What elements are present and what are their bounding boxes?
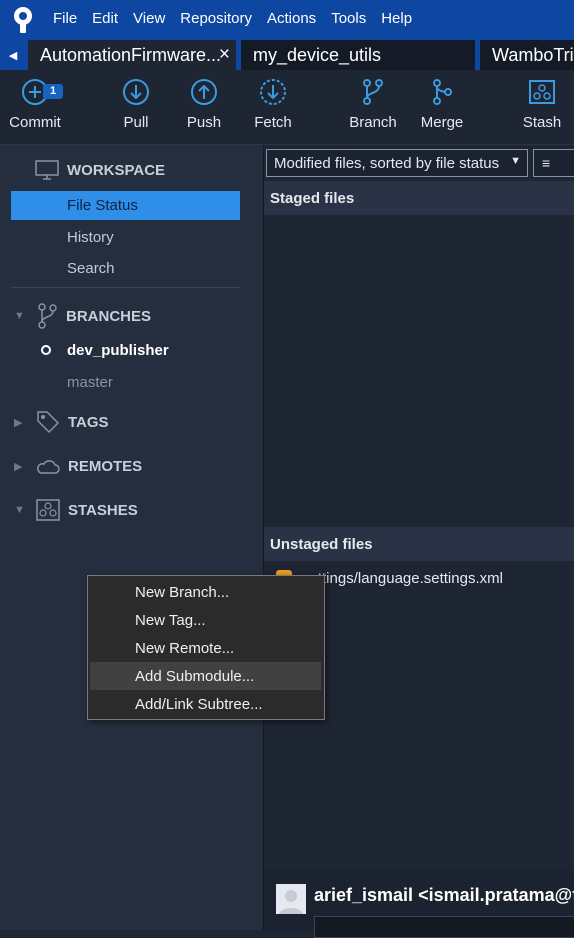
chevron-down-icon[interactable]: ▼ xyxy=(14,504,25,516)
branch-dev-publisher[interactable]: dev_publisher xyxy=(11,336,240,365)
remotes-header[interactable]: ▶ REMOTES xyxy=(0,451,250,481)
sidebar-divider xyxy=(11,287,241,288)
stash-icon xyxy=(529,80,555,104)
tab-label: my_device_utils xyxy=(253,44,382,65)
pull-label: Pull xyxy=(123,114,149,131)
pull-icon xyxy=(123,79,149,105)
staged-files-header: Staged files xyxy=(264,181,574,215)
branch-icon xyxy=(38,303,57,329)
title-bar: File Edit View Repository Actions Tools … xyxy=(0,0,574,37)
tab-bar: ◀ AutomationFirmware... × my_device_util… xyxy=(0,37,574,70)
stashes-label: STASHES xyxy=(68,501,138,519)
merge-label: Merge xyxy=(420,114,464,131)
fetch-label: Fetch xyxy=(254,114,292,131)
branches-label: BRANCHES xyxy=(66,307,152,325)
commit-author: arief_ismail <ismail.pratama@fo xyxy=(314,885,574,905)
sourcetree-logo-icon[interactable] xyxy=(10,5,36,33)
chevron-right-icon[interactable]: ▶ xyxy=(14,460,22,473)
menu-item-add-submodule[interactable]: Add Submodule... xyxy=(90,662,321,690)
list-icon: ≡ xyxy=(542,155,551,171)
sidebar-item-history[interactable]: History xyxy=(11,223,240,252)
menu-tools[interactable]: Tools xyxy=(331,10,366,27)
tab-my-device-utils[interactable]: my_device_utils xyxy=(241,40,475,70)
unstaged-file-name: settings/language.settings.xml xyxy=(302,569,503,587)
tab-automation-firmware[interactable]: AutomationFirmware... × xyxy=(28,40,236,70)
menu-actions[interactable]: Actions xyxy=(267,10,316,27)
sidebar-item-search[interactable]: Search xyxy=(11,254,240,283)
pull-button[interactable]: Pull xyxy=(101,78,171,131)
chevron-right-icon[interactable]: ▶ xyxy=(14,416,22,429)
menu-help[interactable]: Help xyxy=(381,10,412,27)
branch-label: Branch xyxy=(349,114,397,131)
stashes-header[interactable]: ▼ STASHES xyxy=(0,495,250,525)
branch-master[interactable]: master xyxy=(11,368,240,397)
menu-edit[interactable]: Edit xyxy=(92,10,118,27)
toolbar: 1 Commit Pull Push Fetch Branch Merge St… xyxy=(0,70,574,145)
menu-bar: File Edit View Repository Actions Tools … xyxy=(53,0,427,37)
remotes-label: REMOTES xyxy=(68,457,143,475)
commit-message-input[interactable] xyxy=(314,916,574,938)
tag-icon xyxy=(37,411,60,434)
chevron-down-icon[interactable]: ▼ xyxy=(14,310,25,322)
commit-count-badge: 1 xyxy=(43,84,63,99)
stash-icon xyxy=(36,499,60,521)
push-label: Push xyxy=(186,114,222,131)
merge-button[interactable]: Merge xyxy=(407,78,477,131)
tab-label: WamboTrin xyxy=(492,44,574,65)
workspace-label: WORKSPACE xyxy=(67,161,166,179)
tab-label: AutomationFirmware... xyxy=(40,44,222,65)
menu-file[interactable]: File xyxy=(53,10,77,27)
fetch-icon xyxy=(260,79,286,105)
branch-icon xyxy=(363,79,383,105)
branch-button[interactable]: Branch xyxy=(338,78,408,131)
tab-wambotrin[interactable]: WamboTrin xyxy=(480,40,574,70)
push-button[interactable]: Push xyxy=(169,78,239,131)
chevron-down-icon: ▼ xyxy=(510,155,521,167)
commit-label: Commit xyxy=(9,114,61,131)
branches-header[interactable]: ▼ BRANCHES xyxy=(0,301,250,331)
view-mode-dropdown[interactable]: ≡ xyxy=(533,149,574,177)
sidebar: WORKSPACE File Status History Search ▼ B… xyxy=(0,145,264,930)
fetch-button[interactable]: Fetch xyxy=(238,78,308,131)
workspace-header[interactable]: WORKSPACE xyxy=(35,155,285,185)
user-avatar-icon xyxy=(276,884,306,914)
avatar xyxy=(276,884,306,914)
file-filter-dropdown[interactable]: Modified files, sorted by file status ▼ xyxy=(266,149,528,177)
menu-item-new-branch[interactable]: New Branch... xyxy=(90,578,321,606)
cloud-icon xyxy=(37,460,60,474)
push-icon xyxy=(191,79,217,105)
file-filter-value: Modified files, sorted by file status xyxy=(274,154,500,172)
stash-button[interactable]: Stash xyxy=(507,78,574,131)
menu-item-add-link-subtree[interactable]: Add/Link Subtree... xyxy=(90,690,321,718)
unstaged-files-header: Unstaged files xyxy=(264,527,574,561)
tags-header[interactable]: ▶ TAGS xyxy=(0,407,250,437)
context-menu: New Branch... New Tag... New Remote... A… xyxy=(87,575,325,720)
menu-item-new-tag[interactable]: New Tag... xyxy=(90,606,321,634)
monitor-icon xyxy=(35,160,59,180)
tags-label: TAGS xyxy=(68,413,109,431)
tab-scroll-left-icon[interactable]: ◀ xyxy=(0,40,26,70)
commit-button[interactable]: 1 Commit xyxy=(0,78,70,131)
stash-label: Stash xyxy=(522,114,562,131)
sidebar-item-file-status[interactable]: File Status xyxy=(11,191,240,220)
close-icon[interactable]: × xyxy=(219,44,230,66)
menu-view[interactable]: View xyxy=(133,10,165,27)
merge-icon xyxy=(433,79,452,105)
menu-item-new-remote[interactable]: New Remote... xyxy=(90,634,321,662)
staged-files-list[interactable] xyxy=(264,215,574,524)
menu-repository[interactable]: Repository xyxy=(180,10,252,27)
